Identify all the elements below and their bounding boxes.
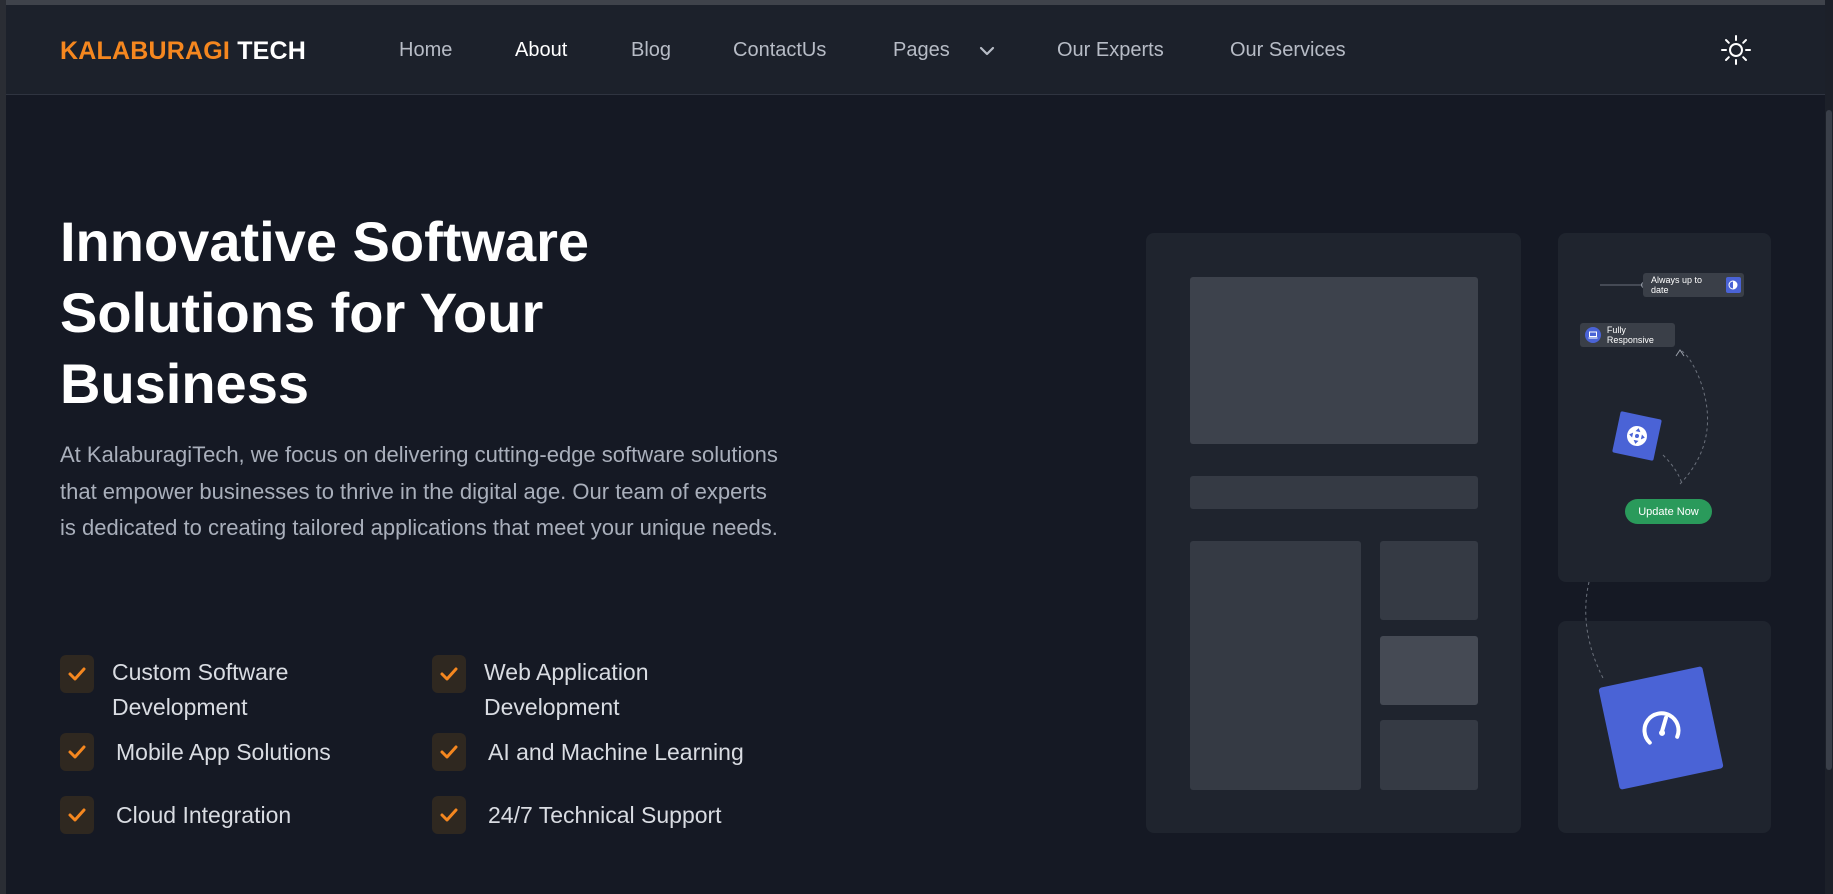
speedometer-icon	[1598, 666, 1724, 790]
laptop-icon	[1585, 327, 1601, 343]
fully-responsive-tag: Fully Responsive	[1580, 323, 1675, 347]
always-up-to-date-tag: Always up to date	[1643, 273, 1744, 297]
connector-lines	[1585, 282, 1709, 681]
move-arrows-icon	[1612, 411, 1662, 461]
update-now-button[interactable]: Update Now	[1625, 499, 1712, 524]
contrast-icon	[1725, 277, 1741, 293]
tag-label: Always up to date	[1651, 275, 1703, 295]
tag-label: Fully Responsive	[1606, 325, 1654, 345]
